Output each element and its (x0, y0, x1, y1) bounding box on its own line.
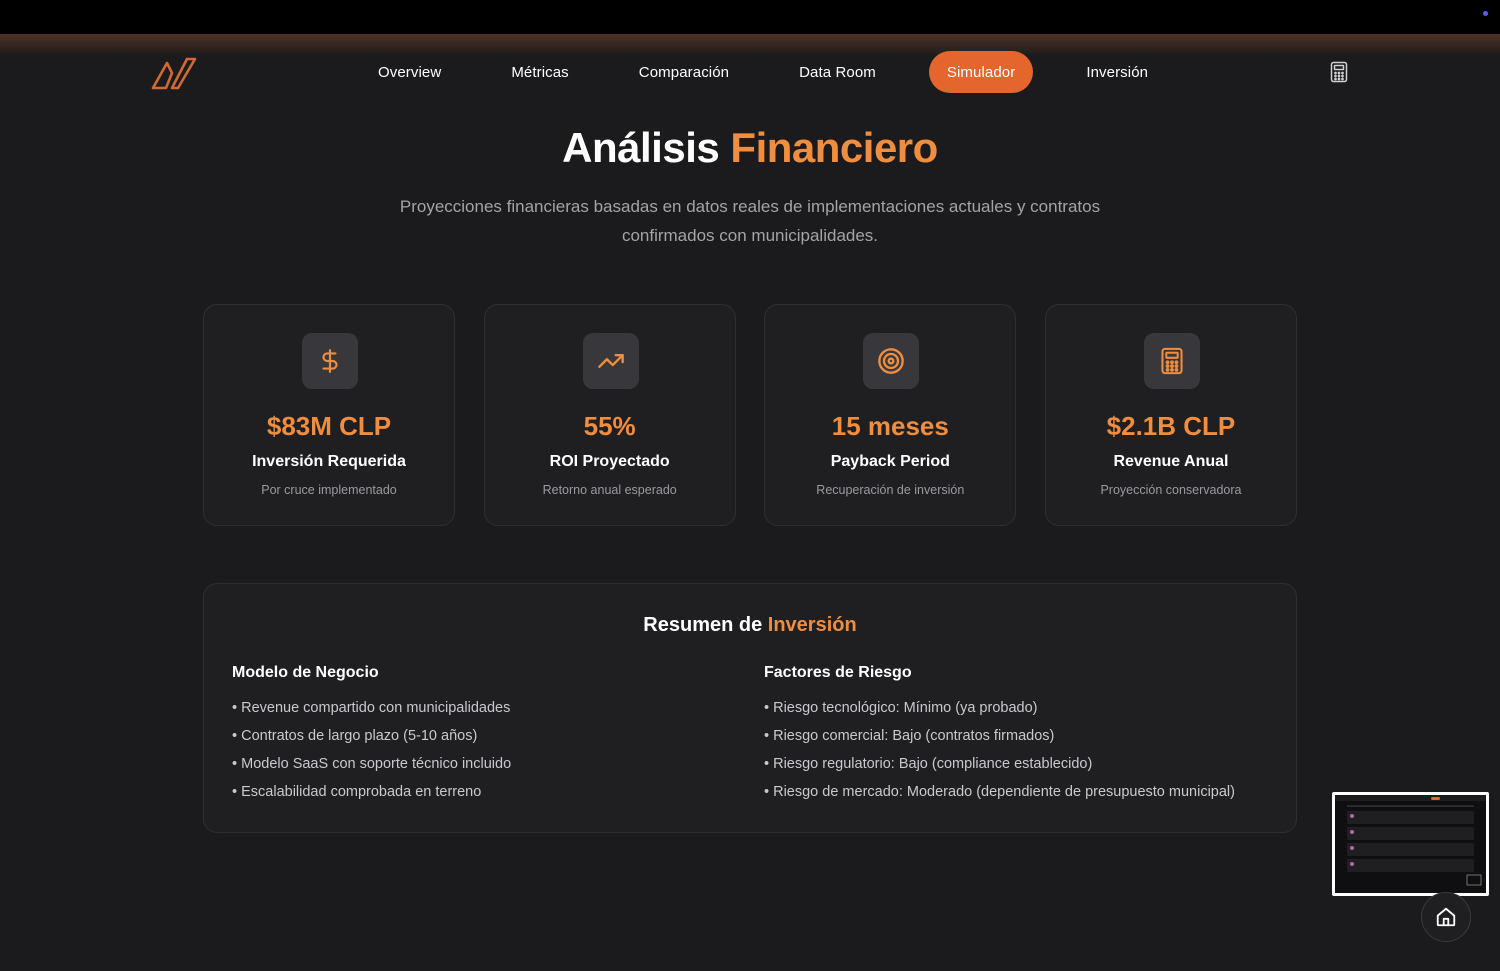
business-model-column: Modelo de Negocio Revenue compartido con… (232, 664, 511, 810)
page-title: Análisis Financiero (0, 124, 1500, 172)
metric-description: Por cruce implementado (261, 483, 397, 497)
business-model-list: Revenue compartido con municipalidades C… (232, 698, 511, 810)
risk-factors-list: Riesgo tecnológico: Mínimo (ya probado) … (764, 698, 1235, 810)
risk-factors-column: Factores de Riesgo Riesgo tecnológico: M… (764, 664, 1235, 810)
metric-card-revenue: $2.1B CLP Revenue Anual Proyección conse… (1044, 304, 1297, 526)
metric-label: Inversión Requerida (252, 453, 406, 470)
summary-title-main: Resumen de (643, 614, 763, 636)
metric-card-roi: 55% ROI Proyectado Retorno anual esperad… (483, 304, 736, 526)
metric-cards: $83M CLP Inversión Requerida Por cruce i… (203, 304, 1297, 526)
home-button[interactable] (1421, 892, 1471, 942)
metric-description: Retorno anual esperado (542, 483, 677, 497)
business-model-title: Modelo de Negocio (232, 664, 379, 681)
trending-up-icon (582, 333, 639, 389)
risk-factors-title: Factores de Riesgo (764, 664, 912, 681)
status-dot (1483, 11, 1488, 16)
metric-value: 15 meses (831, 411, 949, 441)
nav-data-room[interactable]: Data Room (764, 51, 911, 93)
nav-comparacion[interactable]: Comparación (604, 51, 764, 93)
title-main: Análisis (562, 124, 720, 171)
dollar-icon (302, 333, 358, 389)
list-item: Riesgo de mercado: Moderado (dependiente… (764, 782, 1235, 810)
list-item: Modelo SaaS con soporte técnico incluido (232, 754, 511, 782)
metric-description: Proyección conservadora (1100, 483, 1242, 497)
calculator-icon (1143, 333, 1200, 389)
list-item: Revenue compartido con municipalidades (232, 698, 511, 726)
summary-title-accent: Inversión (767, 614, 857, 636)
metric-value: $2.1B CLP (1106, 411, 1236, 441)
list-item: Contratos de largo plazo (5-10 años) (232, 726, 511, 754)
summary-title: Resumen de Inversión (204, 614, 1296, 637)
nav-simulador[interactable]: Simulador (928, 51, 1034, 93)
nav-inversion[interactable]: Inversión (1051, 51, 1183, 93)
main-nav: Overview Métricas Comparación Data Room … (343, 51, 1183, 93)
metric-label: ROI Proyectado (549, 453, 670, 470)
metric-label: Payback Period (830, 453, 950, 470)
nav-metricas[interactable]: Métricas (476, 51, 603, 93)
target-icon (863, 333, 920, 389)
metric-label: Revenue Anual (1113, 453, 1229, 470)
list-item: Riesgo regulatorio: Bajo (compliance est… (764, 754, 1235, 782)
title-accent: Financiero (730, 124, 938, 171)
page-preview-thumbnail[interactable] (1332, 792, 1489, 896)
investment-summary: Resumen de Inversión Modelo de Negocio R… (203, 583, 1297, 833)
page-subtitle: Proyecciones financieras basadas en dato… (399, 197, 1101, 245)
metric-description: Recuperación de inversión (816, 483, 965, 497)
browser-top-bar (0, 0, 1500, 34)
list-item: Riesgo comercial: Bajo (contratos firmad… (764, 726, 1235, 754)
nav-overview[interactable]: Overview (343, 51, 476, 93)
list-item: Riesgo tecnológico: Mínimo (ya probado) (764, 698, 1235, 726)
preview-image (1335, 795, 1486, 893)
metric-card-investment: $83M CLP Inversión Requerida Por cruce i… (203, 304, 455, 526)
list-item: Escalabilidad comprobada en terreno (232, 782, 511, 810)
metric-card-payback: 15 meses Payback Period Recuperación de … (764, 304, 1017, 526)
home-icon (1436, 907, 1456, 927)
metric-value: $83M CLP (266, 411, 392, 441)
metric-value: 55% (583, 411, 636, 441)
logo-icon[interactable] (150, 55, 198, 91)
calculator-icon[interactable] (1329, 61, 1349, 83)
